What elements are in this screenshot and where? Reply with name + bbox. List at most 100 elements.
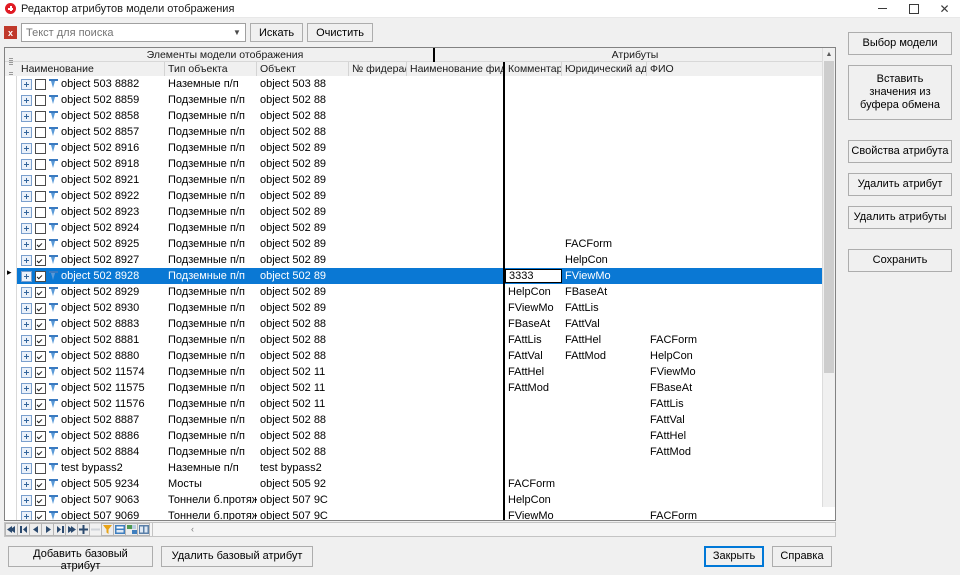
- expand-node-icon[interactable]: [21, 159, 32, 170]
- cell-jur[interactable]: [562, 108, 647, 124]
- cell-jur[interactable]: [562, 412, 647, 428]
- table-row[interactable]: object 505 9234Мостыobject 505 92FACForm: [5, 476, 835, 492]
- cell-type[interactable]: Подземные п/п: [165, 300, 257, 316]
- table-row[interactable]: object 502 8883Подземные п/пobject 502 8…: [5, 316, 835, 332]
- scroll-up-icon[interactable]: ▲: [823, 48, 835, 61]
- row-checkbox[interactable]: [35, 111, 46, 122]
- cell-object[interactable]: object 507 9C: [257, 492, 349, 508]
- search-combo[interactable]: ▼: [21, 23, 246, 42]
- row-indicator[interactable]: [5, 124, 17, 140]
- cell-comment[interactable]: HelpCon: [505, 492, 562, 508]
- cell-comment[interactable]: HelpCon: [505, 284, 562, 300]
- cell-fio[interactable]: FACForm: [647, 332, 727, 348]
- cell-feedname[interactable]: [407, 316, 505, 332]
- cell-object[interactable]: object 502 88: [257, 412, 349, 428]
- column-header-feeder[interactable]: № фидера/г...: [349, 62, 407, 76]
- cell-object[interactable]: object 502 88: [257, 316, 349, 332]
- table-row[interactable]: object 502 8928Подземные п/пobject 502 8…: [5, 268, 835, 284]
- row-name-cell[interactable]: object 502 8922: [17, 188, 165, 204]
- cell-feeder[interactable]: [349, 412, 407, 428]
- expand-node-icon[interactable]: [21, 287, 32, 298]
- cell-jur[interactable]: [562, 396, 647, 412]
- cell-object[interactable]: object 502 11: [257, 380, 349, 396]
- cell-jur[interactable]: [562, 460, 647, 476]
- cell-type[interactable]: Подземные п/п: [165, 444, 257, 460]
- table-row[interactable]: object 502 8927Подземные п/пobject 502 8…: [5, 252, 835, 268]
- cell-comment[interactable]: FAttHel: [505, 364, 562, 380]
- cell-feeder[interactable]: [349, 364, 407, 380]
- row-checkbox[interactable]: [35, 255, 46, 266]
- cell-jur[interactable]: [562, 220, 647, 236]
- row-name-cell[interactable]: object 502 8929: [17, 284, 165, 300]
- table-row[interactable]: object 502 8886Подземные п/пobject 502 8…: [5, 428, 835, 444]
- column-header-type[interactable]: Тип объекта: [165, 62, 257, 76]
- cell-feedname[interactable]: [407, 380, 505, 396]
- cell-feeder[interactable]: [349, 220, 407, 236]
- cell-type[interactable]: Подземные п/п: [165, 428, 257, 444]
- cell-fio[interactable]: [647, 300, 727, 316]
- cell-jur[interactable]: FBaseAt: [562, 284, 647, 300]
- cell-comment[interactable]: [505, 204, 562, 220]
- column-header-name[interactable]: Наименование: [17, 62, 165, 76]
- row-name-cell[interactable]: object 502 8927: [17, 252, 165, 268]
- table-row[interactable]: object 502 8859Подземные п/пobject 502 8…: [5, 92, 835, 108]
- cell-feeder[interactable]: [349, 92, 407, 108]
- delete-attributes-button[interactable]: Удалить атрибуты: [848, 206, 952, 229]
- cell-feedname[interactable]: [407, 492, 505, 508]
- expand-node-icon[interactable]: [21, 511, 32, 521]
- row-checkbox[interactable]: [35, 511, 46, 521]
- table-row[interactable]: test bypass2Наземные п/пtest bypass2: [5, 460, 835, 476]
- cell-feedname[interactable]: [407, 428, 505, 444]
- cell-comment[interactable]: FACForm: [505, 476, 562, 492]
- cell-type[interactable]: Подземные п/п: [165, 156, 257, 172]
- table-row[interactable]: object 502 8922Подземные п/пobject 502 8…: [5, 188, 835, 204]
- cell-feedname[interactable]: [407, 476, 505, 492]
- cell-type[interactable]: Подземные п/п: [165, 124, 257, 140]
- cell-type[interactable]: Подземные п/п: [165, 220, 257, 236]
- expand-node-icon[interactable]: [21, 255, 32, 266]
- chevron-down-icon[interactable]: ▼: [229, 24, 245, 41]
- row-name-cell[interactable]: object 507 9063: [17, 492, 165, 508]
- row-checkbox[interactable]: [35, 191, 46, 202]
- cell-feeder[interactable]: [349, 444, 407, 460]
- grid-vertical-scrollbar[interactable]: ▲: [822, 48, 835, 507]
- cell-object[interactable]: object 502 88: [257, 348, 349, 364]
- row-indicator[interactable]: [5, 428, 17, 444]
- clear-search-icon[interactable]: x: [4, 26, 17, 39]
- column-header-feeder-name[interactable]: Наименование фидер...: [407, 62, 505, 76]
- table-row[interactable]: object 502 8925Подземные п/пobject 502 8…: [5, 236, 835, 252]
- cell-fio[interactable]: [647, 268, 727, 284]
- row-name-cell[interactable]: object 502 8918: [17, 156, 165, 172]
- row-indicator[interactable]: [5, 492, 17, 508]
- cell-feeder[interactable]: [349, 76, 407, 92]
- table-row[interactable]: object 502 11574Подземные п/пobject 502 …: [5, 364, 835, 380]
- cell-comment[interactable]: FViewMo: [505, 300, 562, 316]
- cell-fio[interactable]: [647, 316, 727, 332]
- cell-object[interactable]: object 502 88: [257, 92, 349, 108]
- cell-feedname[interactable]: [407, 236, 505, 252]
- column-header-object[interactable]: Объект: [257, 62, 349, 76]
- cell-type[interactable]: Подземные п/п: [165, 92, 257, 108]
- cell-type[interactable]: Подземные п/п: [165, 380, 257, 396]
- cell-jur[interactable]: FAttVal: [562, 316, 647, 332]
- cell-object[interactable]: object 503 88: [257, 76, 349, 92]
- cell-feeder[interactable]: [349, 428, 407, 444]
- cell-feedname[interactable]: [407, 460, 505, 476]
- row-indicator[interactable]: [5, 188, 17, 204]
- cell-feeder[interactable]: [349, 396, 407, 412]
- table-row[interactable]: object 502 8884Подземные п/пobject 502 8…: [5, 444, 835, 460]
- cell-fio[interactable]: FAttLis: [647, 396, 727, 412]
- table-row[interactable]: object 507 9069Тоннели б.протяжеobject 5…: [5, 508, 835, 520]
- row-name-cell[interactable]: object 502 8857: [17, 124, 165, 140]
- cell-fio[interactable]: [647, 220, 727, 236]
- navigator-splitter[interactable]: ‹: [152, 523, 835, 536]
- cell-object[interactable]: object 502 89: [257, 220, 349, 236]
- cell-fio[interactable]: [647, 172, 727, 188]
- expand-node-icon[interactable]: [21, 463, 32, 474]
- row-indicator[interactable]: [5, 508, 17, 520]
- cell-feedname[interactable]: [407, 348, 505, 364]
- column-header-legal-address[interactable]: Юридический адрес: [562, 62, 647, 76]
- cell-jur[interactable]: [562, 492, 647, 508]
- row-name-cell[interactable]: object 505 9234: [17, 476, 165, 492]
- cell-type[interactable]: Подземные п/п: [165, 412, 257, 428]
